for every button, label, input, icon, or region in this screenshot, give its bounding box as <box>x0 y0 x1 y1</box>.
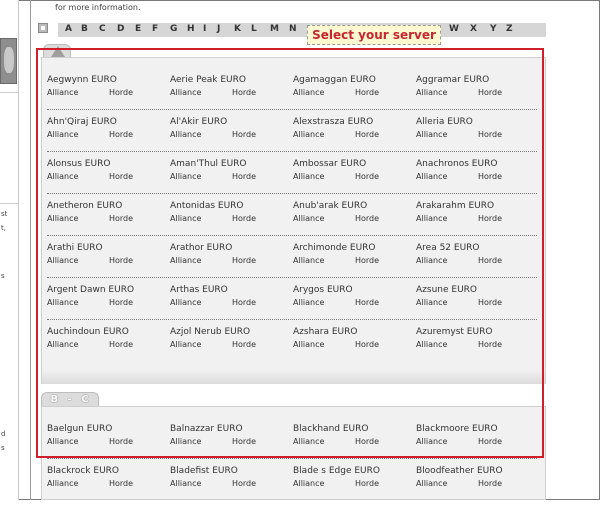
realm-entry: Blackrock EURO Alliance Horde <box>47 466 167 496</box>
horde-link[interactable]: Horde <box>232 479 256 488</box>
alphabet-letter-n[interactable]: N <box>289 24 297 34</box>
realm-name[interactable]: Bladefist EURO <box>170 466 238 476</box>
left-text-snippet: s <box>1 444 5 452</box>
realm-name[interactable]: Blade s Edge EURO <box>293 466 380 476</box>
alphabet-letter-h[interactable]: H <box>187 24 195 34</box>
alphabet-letter-g[interactable]: G <box>170 24 177 34</box>
selection-highlight <box>36 48 544 458</box>
realm-name[interactable]: Bloodfeather EURO <box>416 466 503 476</box>
alphabet-letter-d[interactable]: D <box>117 24 124 34</box>
horde-link[interactable]: Horde <box>109 479 133 488</box>
row-separator <box>47 458 537 459</box>
alliance-link[interactable]: Alliance <box>47 479 78 488</box>
alphabet-letter-m[interactable]: M <box>270 24 279 34</box>
avatar-thumbnail[interactable] <box>0 38 17 84</box>
alphabet-letter-a[interactable]: A <box>65 24 72 34</box>
horde-link[interactable]: Horde <box>355 479 379 488</box>
alliance-link[interactable]: Alliance <box>170 479 201 488</box>
alphabet-letter-x[interactable]: X <box>470 24 477 34</box>
left-text-snippet: d <box>1 430 6 438</box>
alliance-link[interactable]: Alliance <box>293 479 324 488</box>
alphabet-letter-z[interactable]: Z <box>506 24 513 34</box>
left-text-snippet: t, <box>1 224 6 232</box>
filter-toggle-icon[interactable] <box>38 23 48 33</box>
realm-row: Blackrock EURO Alliance Horde Bladefist EUR… <box>47 466 539 506</box>
select-server-tooltip: Select your server <box>307 25 441 45</box>
alphabet-letter-e[interactable]: E <box>135 24 141 34</box>
left-panel <box>0 92 18 204</box>
alphabet-letter-k[interactable]: K <box>234 24 241 34</box>
column-divider <box>30 0 31 500</box>
alphabet-letter-y[interactable]: Y <box>490 24 497 34</box>
alphabet-letter-c[interactable]: C <box>99 24 106 34</box>
realm-name[interactable]: Blackrock EURO <box>47 466 119 476</box>
realm-entry: Bloodfeather EURO Alliance Horde <box>416 466 536 496</box>
alphabet-letter-f[interactable]: F <box>152 24 158 34</box>
intro-text: for more information. <box>55 3 141 12</box>
horde-link[interactable]: Horde <box>478 479 502 488</box>
realm-entry: Blade s Edge EURO Alliance Horde <box>293 466 413 496</box>
alphabet-letter-b[interactable]: B <box>81 24 88 34</box>
realm-entry: Bladefist EURO Alliance Horde <box>170 466 290 496</box>
alphabet-letter-l[interactable]: L <box>251 24 257 34</box>
alliance-link[interactable]: Alliance <box>416 479 447 488</box>
left-text-snippet: st <box>1 210 8 218</box>
alphabet-letter-w[interactable]: W <box>449 24 459 34</box>
alphabet-letter-j[interactable]: J <box>217 24 220 34</box>
left-sidebar: st t, s d s <box>0 0 19 500</box>
alphabet-letter-i[interactable]: I <box>203 24 206 34</box>
left-text-snippet: s <box>1 272 5 280</box>
